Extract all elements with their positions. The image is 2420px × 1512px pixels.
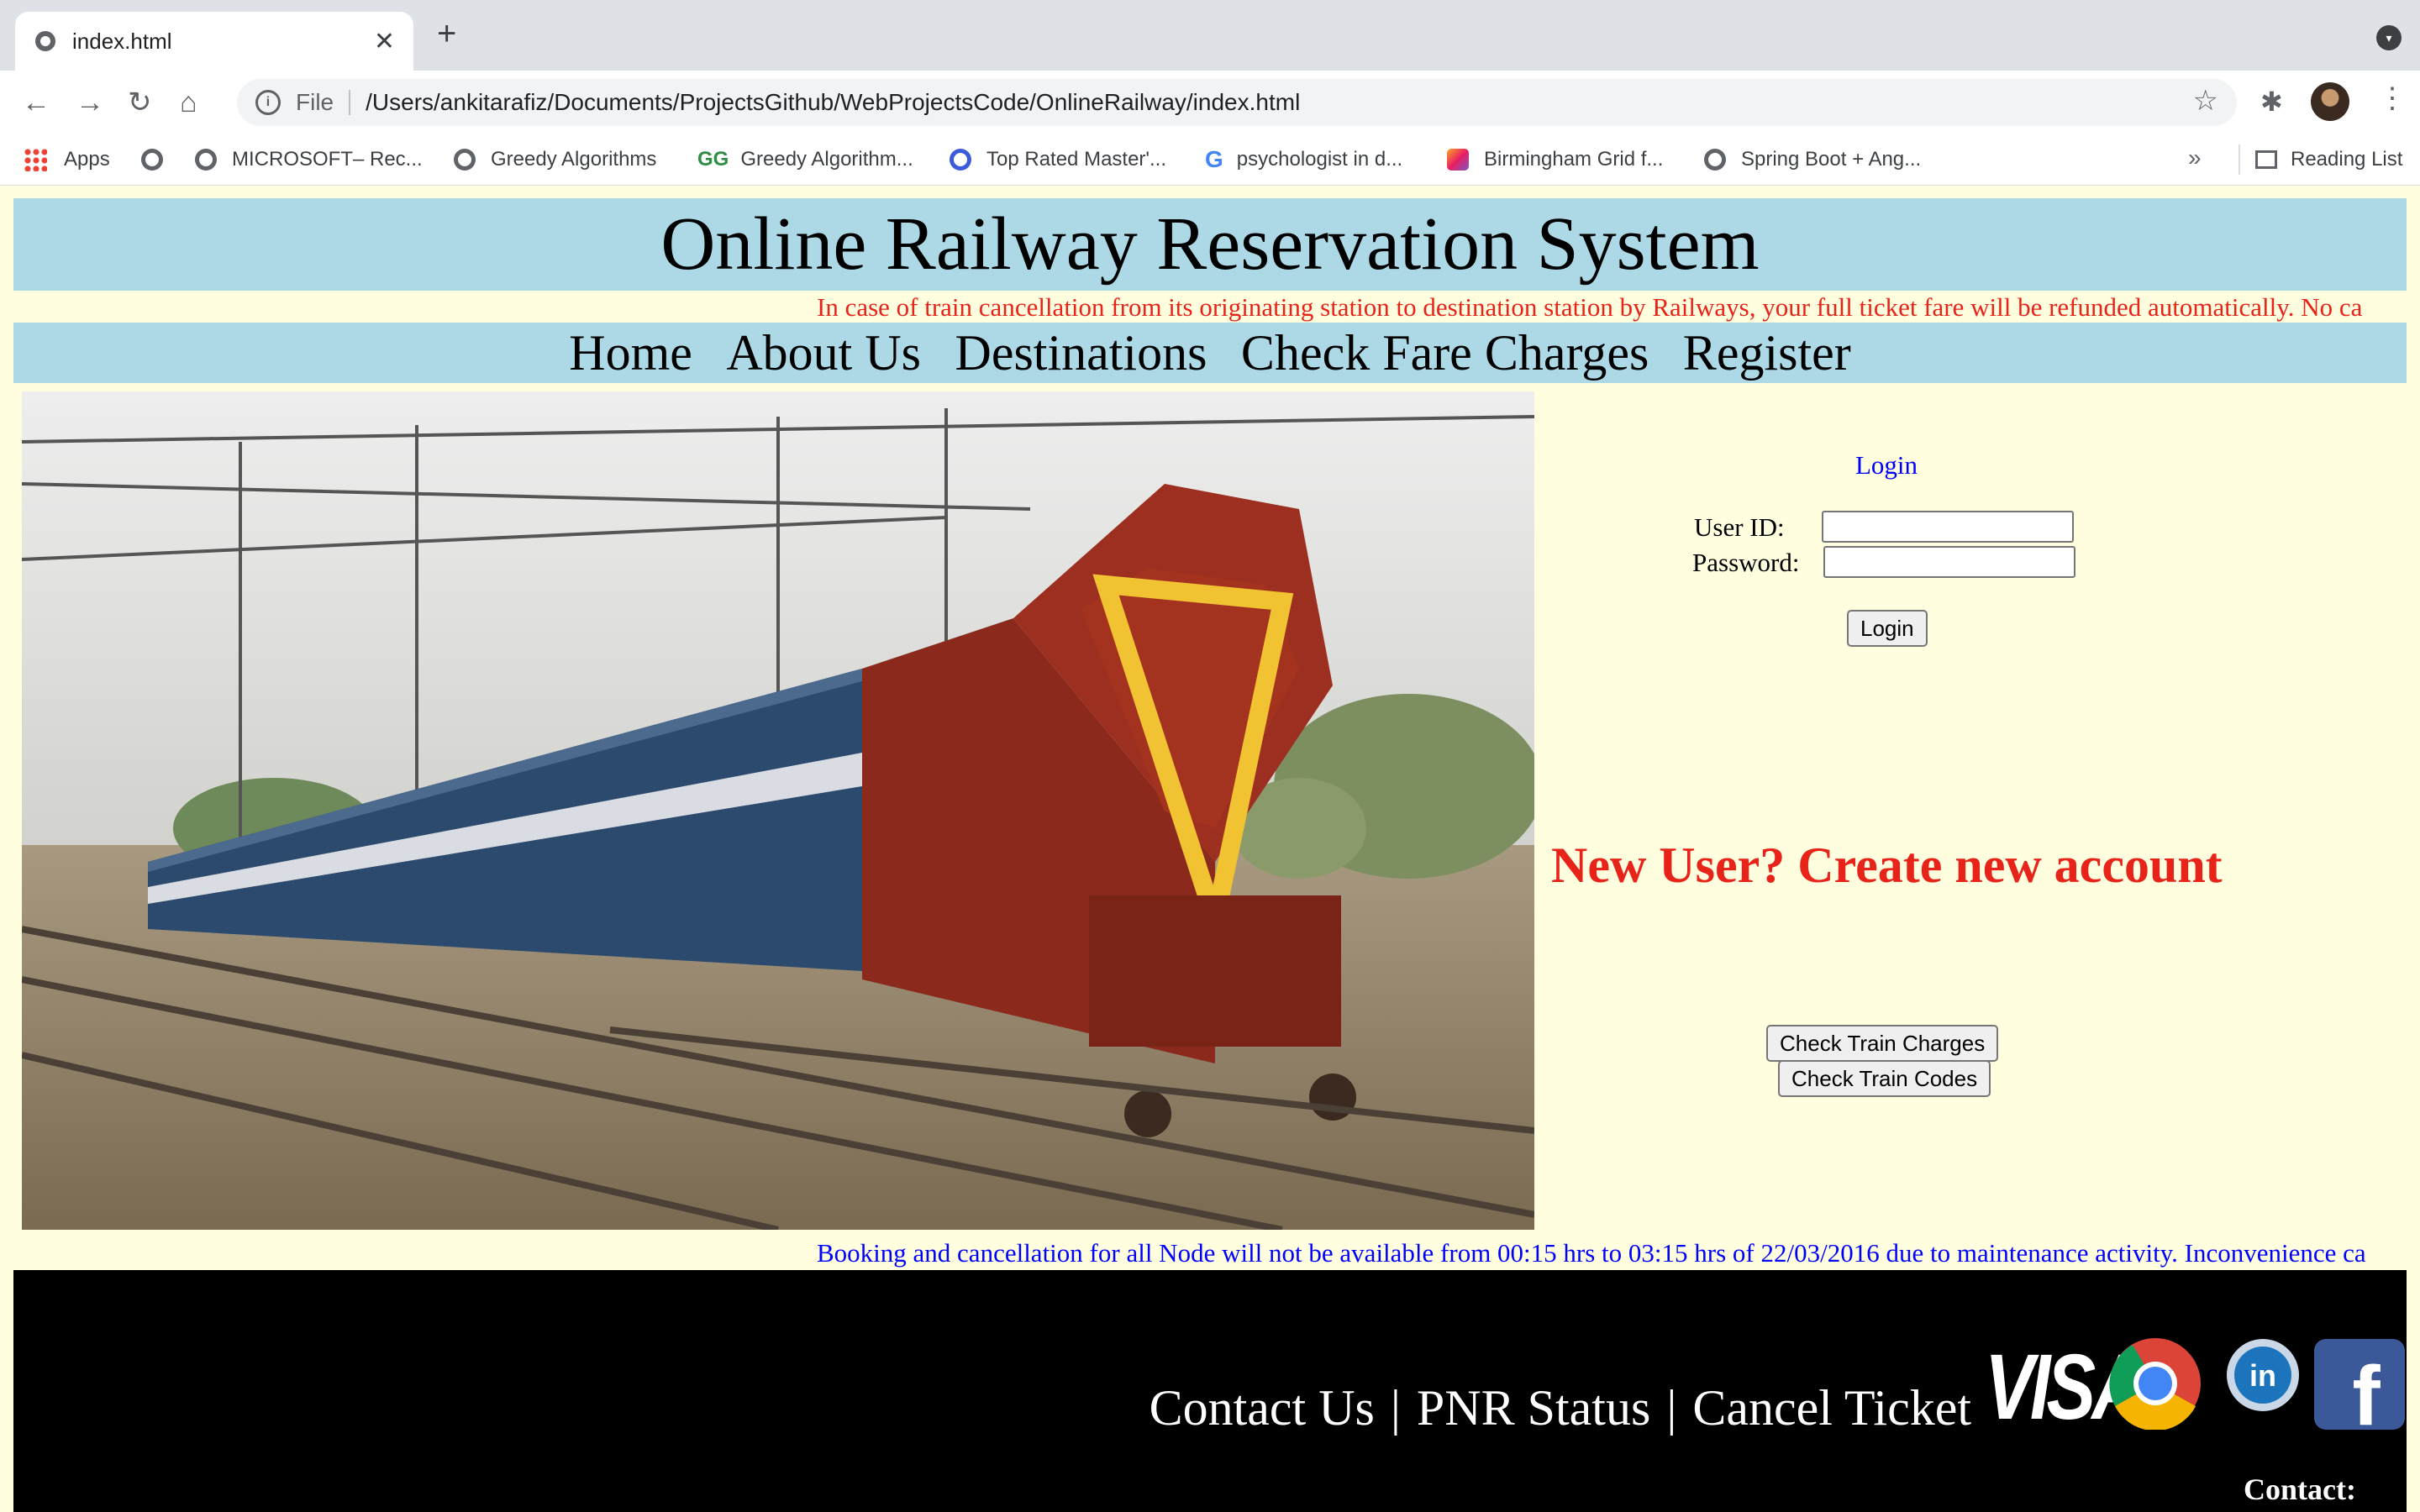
toolbar: ← → ↻ ⌂ i File /Users/ankitarafiz/Docume…	[0, 71, 2420, 134]
back-icon[interactable]: ←	[22, 86, 50, 119]
login-panel: Login User ID: Password: Login New User?…	[1551, 391, 2391, 1231]
password-input[interactable]	[1823, 546, 2075, 578]
bookmark-label: Top Rated Master'...	[986, 148, 1167, 171]
url-text[interactable]: /Users/ankitarafiz/Documents/ProjectsGit…	[366, 89, 1300, 116]
gfg-icon: GG	[697, 148, 729, 171]
bookmark-star-icon[interactable]: ☆	[2193, 84, 2218, 118]
bookmark-globe[interactable]	[141, 144, 178, 175]
footer-links: Contact Us | PNR Status | Cancel Ticket	[1148, 1379, 1973, 1437]
bookmark-apps[interactable]: Apps	[24, 144, 110, 175]
reading-list-button[interactable]: Reading List	[2238, 144, 2402, 175]
avatar[interactable]	[2311, 82, 2349, 121]
url-scheme: File	[296, 89, 334, 115]
footer-pnr-status-link[interactable]: PNR Status	[1417, 1380, 1650, 1436]
menu-icon[interactable]: ⋮	[2378, 84, 2407, 113]
globe-icon	[1704, 149, 1726, 171]
close-icon[interactable]: ✕	[374, 27, 395, 56]
bookmark-label: Apps	[64, 148, 110, 171]
footer-divider: |	[1666, 1380, 1677, 1436]
bookmarks-bar: Apps MICROSOFT– Rec... Greedy Algorithms…	[0, 134, 2420, 186]
contact-label: Contact:	[2244, 1473, 2356, 1506]
train-photo	[22, 391, 1534, 1230]
bookmark-masters[interactable]: Top Rated Master'...	[950, 144, 1166, 175]
svg-text:in: in	[2249, 1358, 2276, 1393]
nav-destinations[interactable]: Destinations	[955, 325, 1207, 381]
bookmark-birmingham[interactable]: Birmingham Grid f...	[1447, 144, 1663, 175]
bookmark-spring[interactable]: Spring Boot + Ang...	[1704, 144, 1921, 175]
reading-list-icon	[2255, 150, 2277, 169]
more-bookmarks-icon[interactable]: »	[2188, 144, 2202, 171]
user-id-input[interactable]	[1822, 511, 2074, 543]
login-heading: Login	[1855, 450, 1918, 480]
maintenance-notice: Booking and cancellation for all Node wi…	[817, 1238, 2366, 1268]
browser-tab[interactable]: index.html ✕	[15, 12, 413, 71]
bookmark-microsoft[interactable]: MICROSOFT– Rec...	[195, 144, 423, 175]
bookmark-label: MICROSOFT– Rec...	[232, 148, 423, 171]
footer-divider: |	[1390, 1380, 1401, 1436]
password-label: Password:	[1692, 548, 1800, 577]
page-title: Online Railway Reservation System	[660, 202, 1760, 286]
extensions-icon[interactable]: ✱	[2260, 86, 2283, 118]
apps-grid-icon	[24, 148, 47, 171]
bookmark-label: Greedy Algorithm...	[740, 148, 913, 171]
create-account-link[interactable]: New User? Create new account	[1551, 837, 2223, 895]
bookmark-label: psychologist in d...	[1236, 148, 1403, 171]
forward-icon[interactable]: →	[76, 86, 104, 119]
address-bar[interactable]: i File /Users/ankitarafiz/Documents/Proj…	[237, 79, 2237, 126]
birmingham-icon	[1447, 149, 1469, 171]
linkedin-icon[interactable]: in	[2225, 1337, 2301, 1413]
footer-cancel-ticket-link[interactable]: Cancel Ticket	[1692, 1380, 1971, 1436]
check-train-codes-button[interactable]: Check Train Codes	[1778, 1060, 1991, 1097]
bookmark-psychologist[interactable]: G psychologist in d...	[1205, 144, 1402, 175]
svg-text:f: f	[2352, 1349, 2381, 1431]
nav-home[interactable]: Home	[569, 325, 692, 381]
chrome-icon[interactable]	[2109, 1337, 2202, 1430]
bookmark-label: Spring Boot + Ang...	[1741, 148, 1922, 171]
train-illustration	[22, 391, 1534, 1230]
globe-icon	[195, 149, 217, 171]
main-nav: Home About Us Destinations Check Fare Ch…	[13, 323, 2407, 383]
reading-list-label: Reading List	[2291, 148, 2403, 171]
check-train-charges-button[interactable]: Check Train Charges	[1766, 1025, 1999, 1062]
bookmark-greedy-1[interactable]: Greedy Algorithms	[454, 144, 656, 175]
bookmark-label: Birmingham Grid f...	[1484, 148, 1664, 171]
globe-icon	[141, 149, 163, 171]
nav-register[interactable]: Register	[1683, 325, 1851, 381]
bookmark-label: Greedy Algorithms	[491, 148, 657, 171]
site-footer: Contact Us | PNR Status | Cancel Ticket …	[13, 1270, 2407, 1512]
tab-strip: index.html ✕ + ▾	[0, 0, 2420, 71]
login-button[interactable]: Login	[1847, 610, 1928, 647]
globe-icon	[950, 149, 971, 171]
google-icon: G	[1205, 146, 1223, 172]
divider	[349, 90, 351, 115]
globe-icon	[35, 31, 55, 51]
info-icon[interactable]: i	[255, 90, 281, 115]
footer-contact-us-link[interactable]: Contact Us	[1150, 1380, 1375, 1436]
site-header: Online Railway Reservation System	[13, 198, 2407, 291]
bookmark-greedy-2[interactable]: GG Greedy Algorithm...	[697, 144, 913, 175]
nav-about-us[interactable]: About Us	[726, 325, 921, 381]
user-id-label: User ID:	[1694, 512, 1785, 542]
globe-icon	[454, 149, 476, 171]
new-tab-button[interactable]: +	[437, 17, 456, 50]
reload-icon[interactable]: ↻	[128, 86, 152, 119]
facebook-icon[interactable]: f	[2312, 1337, 2407, 1431]
tab-title: index.html	[72, 28, 172, 54]
nav-check-fare-charges[interactable]: Check Fare Charges	[1241, 325, 1649, 381]
home-icon[interactable]: ⌂	[180, 86, 197, 119]
tab-search-icon[interactable]: ▾	[2376, 25, 2402, 50]
cancellation-notice: In case of train cancellation from its o…	[817, 292, 2363, 322]
